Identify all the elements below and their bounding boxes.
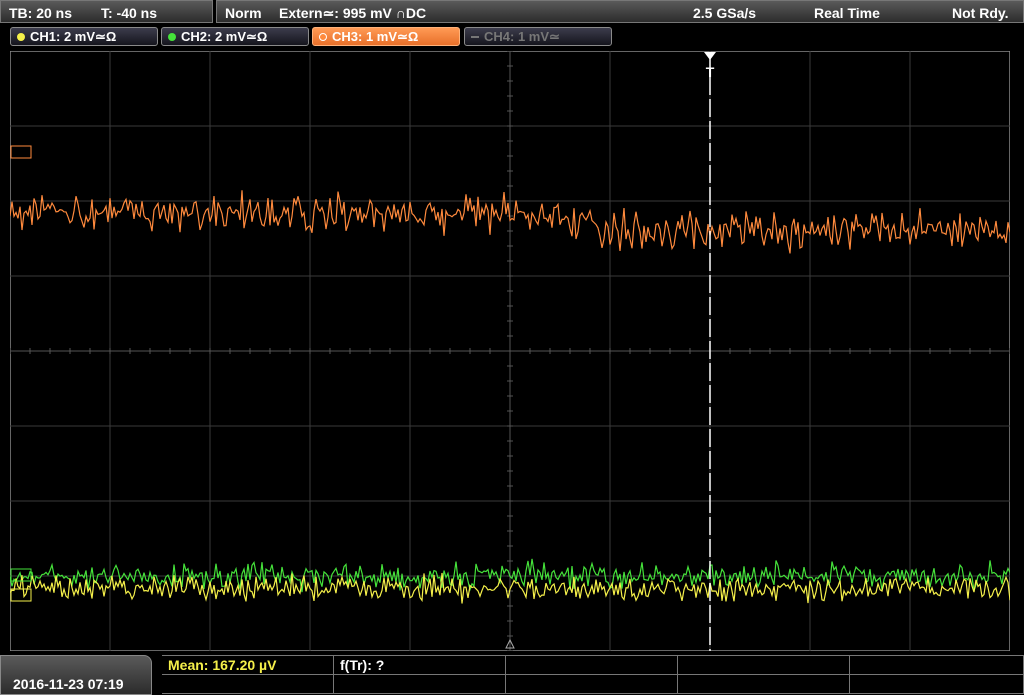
channel-label: CH1: 2 mV≃Ω (30, 29, 117, 44)
ch3-indicator-icon (319, 33, 327, 41)
channel-label: CH4: 1 mV≃ (484, 29, 560, 44)
acquisition-status-panel[interactable]: Norm Extern≃: 995 mV ∩DC 2.5 GSa/s Real … (216, 0, 1024, 23)
measurement-empty-cell (678, 675, 850, 694)
waveform-display[interactable]: T (10, 51, 1010, 651)
ch1-indicator-icon (17, 33, 25, 41)
channel-label: CH2: 2 mV≃Ω (181, 29, 268, 44)
measurement-mean[interactable]: Mean: 167.20 µV (162, 656, 334, 675)
bottom-bar: 2016-11-23 07:19 Mean: 167.20 µV f(Tr): … (0, 655, 1024, 695)
channel-tab-ch2[interactable]: CH2: 2 mV≃Ω (161, 27, 309, 46)
timebase-panel[interactable]: TB: 20 ns T: -40 ns (0, 0, 213, 23)
acquisition-mode-label: Real Time (814, 5, 880, 21)
trigger-mode-label: Norm (225, 5, 262, 21)
channel-tab-ch1[interactable]: CH1: 2 mV≃Ω (10, 27, 158, 46)
measurement-empty-cell (850, 656, 1024, 675)
date-time-label: 2016-11-23 07:19 (13, 676, 124, 692)
date-time-panel: 2016-11-23 07:19 (0, 655, 152, 695)
measurement-table: Mean: 167.20 µV f(Tr): ? (162, 655, 1024, 695)
timebase-label: TB: 20 ns (9, 5, 73, 21)
trigger-source-label: Extern≃: 995 mV ∩DC (279, 5, 427, 21)
trigger-time-label: T: -40 ns (101, 5, 158, 21)
channel-tab-ch4[interactable]: CH4: 1 mV≃ (464, 27, 612, 46)
measurement-freq[interactable]: f(Tr): ? (334, 656, 506, 675)
channel-label: CH3: 1 mV≃Ω (332, 29, 419, 44)
ch4-off-icon (471, 36, 479, 38)
sample-rate-label: 2.5 GSa/s (693, 5, 757, 21)
measurement-empty-cell (678, 656, 850, 675)
measurement-empty-cell (506, 675, 678, 694)
status-label: Not Rdy. (952, 5, 1009, 21)
trigger-label: T (706, 64, 715, 80)
ch2-indicator-icon (168, 33, 176, 41)
measurement-empty-cell (334, 675, 506, 694)
measurement-empty-cell (850, 675, 1024, 694)
channel-tab-ch3[interactable]: CH3: 1 mV≃Ω (312, 27, 460, 46)
channel-tabs: CH1: 2 mV≃Ω CH2: 2 mV≃Ω CH3: 1 mV≃Ω CH4:… (0, 26, 1024, 48)
measurement-empty-cell (506, 656, 678, 675)
measurement-empty-cell (162, 675, 334, 694)
top-status-bar: TB: 20 ns T: -40 ns Norm Extern≃: 995 mV… (0, 0, 1024, 24)
